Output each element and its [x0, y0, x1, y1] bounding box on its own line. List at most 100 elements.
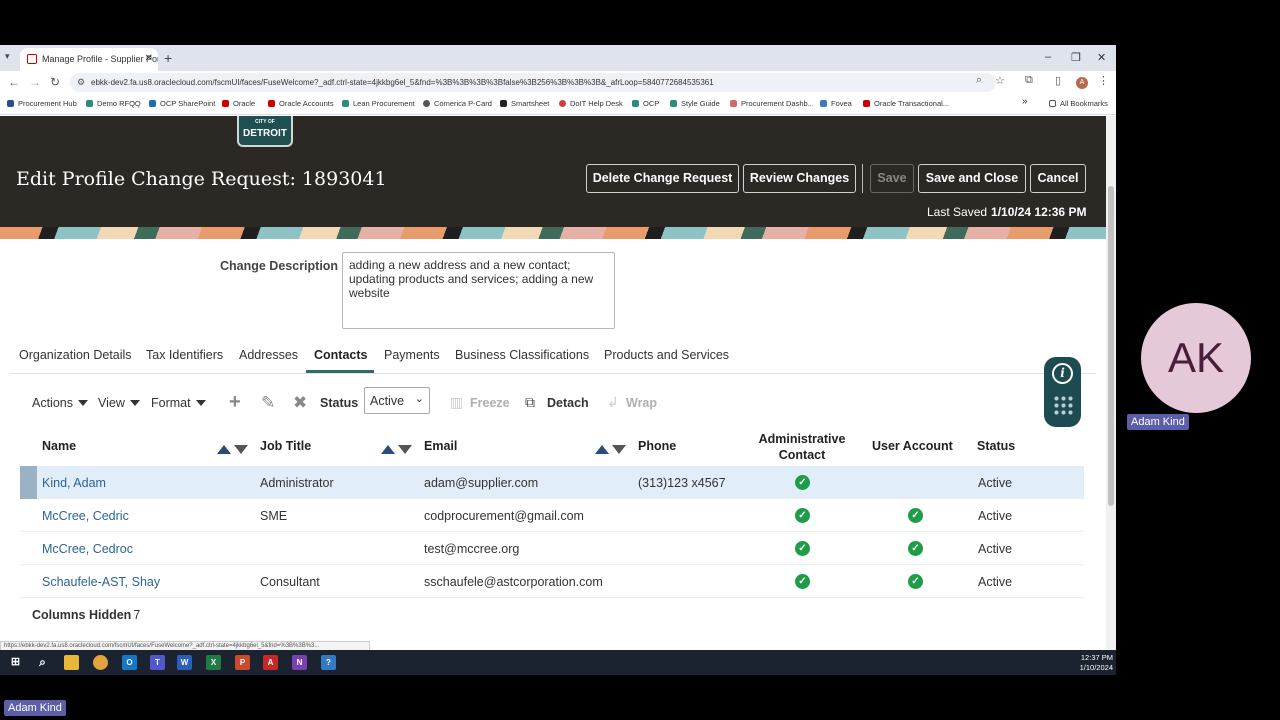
page-scrollbar[interactable]: [1106, 116, 1116, 650]
actions-menu[interactable]: Actions: [32, 396, 88, 410]
save-button[interactable]: Save: [870, 164, 914, 193]
tab-payments[interactable]: Payments: [384, 348, 440, 362]
tab-search-icon[interactable]: ▾: [5, 51, 10, 62]
bookmark-item[interactable]: Procurement Dashb...: [730, 99, 814, 108]
new-tab-button[interactable]: +: [164, 50, 172, 66]
sort-descending-icon[interactable]: [234, 445, 248, 454]
word-icon[interactable]: W: [177, 655, 192, 670]
outlook-icon[interactable]: O: [122, 655, 137, 670]
freeze-button[interactable]: Freeze: [470, 396, 510, 410]
column-header-user-account[interactable]: User Account: [872, 439, 953, 453]
teams-icon[interactable]: T: [150, 655, 165, 670]
scrollbar-thumb[interactable]: [1108, 186, 1114, 506]
close-window-icon[interactable]: ✕: [1097, 51, 1106, 64]
tab-contacts[interactable]: Contacts: [314, 348, 367, 362]
sort-descending-icon[interactable]: [398, 445, 412, 454]
powerpoint-icon[interactable]: P: [235, 655, 250, 670]
sort-ascending-icon[interactable]: [217, 445, 231, 454]
site-info-icon[interactable]: ⚙: [77, 77, 85, 88]
zoom-icon[interactable]: ⌕: [976, 74, 982, 87]
chrome-menu-icon[interactable]: ⋮: [1098, 74, 1109, 87]
tab-addresses[interactable]: Addresses: [239, 348, 298, 362]
change-description-field[interactable]: adding a new address and a new contact; …: [342, 252, 615, 329]
bookmark-item[interactable]: OCP: [632, 99, 659, 108]
search-icon[interactable]: ⌕: [35, 655, 50, 670]
restore-icon[interactable]: ❐: [1071, 51, 1081, 64]
table-row[interactable]: McCree, Cedric SME codprocurement@gmail.…: [20, 499, 1084, 532]
tab-organization-details[interactable]: Organization Details: [19, 348, 132, 362]
delete-x-icon[interactable]: ✖: [293, 393, 307, 413]
column-header-administrative-contact[interactable]: Administrative Contact: [752, 431, 852, 463]
profile-avatar[interactable]: A: [1076, 77, 1088, 89]
edit-pencil-icon[interactable]: ✎: [261, 393, 275, 413]
extensions-icon[interactable]: ⧉: [1025, 74, 1033, 87]
contact-name-link[interactable]: Schaufele-AST, Shay: [42, 575, 160, 589]
more-bookmarks-icon[interactable]: »: [1022, 96, 1028, 107]
bookmark-item[interactable]: DoIT Help Desk: [559, 99, 623, 108]
browser-tab[interactable]: Manage Profile - Supplier Portal ✕: [20, 48, 158, 71]
onenote-icon[interactable]: N: [292, 655, 307, 670]
contact-name-link[interactable]: McCree, Cedroc: [42, 542, 133, 556]
bookmark-item[interactable]: Smartsheet: [500, 99, 549, 108]
bookmark-item[interactable]: Oracle Transactional...: [863, 99, 949, 108]
bookmark-item[interactable]: Comerica P-Card: [423, 99, 492, 108]
bookmark-item[interactable]: Oracle Accounts: [268, 99, 334, 108]
wrap-button[interactable]: Wrap: [626, 396, 657, 410]
acrobat-icon[interactable]: A: [263, 655, 278, 670]
tab-tax-identifiers[interactable]: Tax Identifiers: [146, 348, 223, 362]
tab-products-and-services[interactable]: Products and Services: [604, 348, 729, 362]
bookmark-item[interactable]: OCP SharePoint: [149, 99, 215, 108]
table-row[interactable]: McCree, Cedroc test@mccree.org ✓ ✓ Activ…: [20, 532, 1084, 565]
save-and-close-button[interactable]: Save and Close: [918, 164, 1026, 193]
column-header-email[interactable]: Email: [424, 439, 457, 453]
minimize-icon[interactable]: –: [1045, 51, 1051, 63]
bookmark-item[interactable]: Oracle: [222, 99, 255, 108]
column-header-phone[interactable]: Phone: [638, 439, 676, 453]
column-header-job-title[interactable]: Job Title: [260, 439, 311, 453]
column-header-status[interactable]: Status: [977, 439, 1015, 453]
sort-ascending-icon[interactable]: [381, 445, 395, 454]
app-icon[interactable]: ?: [321, 655, 336, 670]
close-tab-icon[interactable]: ✕: [145, 53, 153, 64]
delete-change-request-button[interactable]: Delete Change Request: [586, 164, 739, 193]
bookmark-item[interactable]: Procurement Hub: [7, 99, 77, 108]
apps-grid-icon[interactable]: [1053, 395, 1073, 417]
windows-start-icon[interactable]: ⊞: [8, 655, 23, 670]
cancel-button[interactable]: Cancel: [1030, 164, 1086, 193]
table-row[interactable]: Schaufele-AST, Shay Consultant sschaufel…: [20, 565, 1084, 598]
bookmark-item[interactable]: Style Guide: [670, 99, 720, 108]
add-icon[interactable]: +: [229, 391, 241, 414]
status-filter-select[interactable]: Active ⌄: [364, 387, 430, 414]
user-account-check-icon: ✓: [908, 508, 923, 523]
column-header-name[interactable]: Name: [42, 439, 76, 453]
sort-buttons[interactable]: [381, 441, 412, 459]
system-clock[interactable]: 12:37 PM 1/10/2024: [1080, 653, 1113, 673]
sort-buttons[interactable]: [595, 441, 626, 459]
review-changes-button[interactable]: Review Changes: [743, 164, 856, 193]
sort-buttons[interactable]: [217, 441, 248, 459]
excel-icon[interactable]: X: [206, 655, 221, 670]
sort-ascending-icon[interactable]: [595, 445, 609, 454]
contact-name-link[interactable]: McCree, Cedric: [42, 509, 129, 523]
address-bar[interactable]: ⚙ ebkk-dev2.fa.us8.oraclecloud.com/fscmU…: [70, 73, 996, 92]
all-bookmarks[interactable]: All Bookmarks: [1049, 99, 1108, 108]
detach-button[interactable]: Detach: [547, 396, 589, 410]
file-explorer-icon[interactable]: [64, 655, 79, 670]
help-launcher[interactable]: i: [1044, 357, 1081, 427]
bookmark-star-icon[interactable]: ☆: [995, 74, 1005, 87]
contact-name-link[interactable]: Kind, Adam: [42, 476, 106, 490]
view-menu[interactable]: View: [98, 396, 140, 410]
chrome-icon[interactable]: [93, 655, 108, 670]
reload-icon[interactable]: ↻: [50, 75, 60, 89]
back-icon[interactable]: ←: [8, 75, 20, 89]
info-icon[interactable]: i: [1052, 363, 1073, 384]
forward-icon[interactable]: →: [29, 75, 41, 89]
side-panel-icon[interactable]: ▯: [1055, 74, 1061, 87]
sort-descending-icon[interactable]: [612, 445, 626, 454]
table-row[interactable]: Kind, Adam Administrator adam@supplier.c…: [20, 466, 1084, 499]
bookmark-item[interactable]: Demo RFQQ: [86, 99, 141, 108]
tab-business-classifications[interactable]: Business Classifications: [455, 348, 589, 362]
format-menu[interactable]: Format: [151, 396, 206, 410]
bookmark-item[interactable]: Lean Procurement: [342, 99, 415, 108]
bookmark-item[interactable]: Fovea: [820, 99, 852, 108]
